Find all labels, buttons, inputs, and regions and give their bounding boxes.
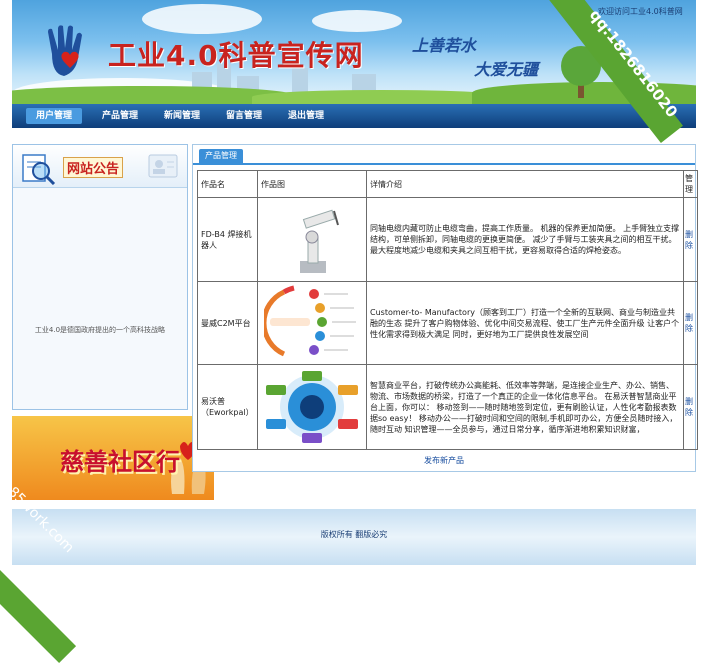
product-table: 作品名 作品图 详情介绍 管理 FD-B4 焊接机器人 同轴电缆内藏可防止电缆弯… [197, 170, 698, 450]
delete-link[interactable]: 删除 [683, 281, 698, 365]
notice-title: 网站公告 [63, 157, 124, 178]
hand-heart-logo-icon [48, 25, 82, 76]
product-detail: 同轴电缆内藏可防止电缆弯曲，提高工作质量。 机器的保养更加简便。 上手臂独立支撑… [366, 197, 684, 282]
nav-product-management[interactable]: 产品管理 [92, 108, 148, 124]
nav-user-management[interactable]: 用户管理 [26, 108, 82, 124]
site-title: 工业4.0科普宣传网 [108, 39, 364, 72]
slogan-2: 大爱无疆 [474, 60, 539, 79]
product-name: 易沃普（Eworkpal） [197, 364, 258, 450]
copyright-text: 版权所有 翻版必究 [320, 530, 388, 539]
product-name: FD-B4 焊接机器人 [197, 197, 258, 282]
col-header-detail: 详情介绍 [366, 170, 684, 198]
notice-header: 网站公告 [13, 145, 187, 188]
col-header-image: 作品图 [257, 170, 367, 198]
product-management-panel: 产品管理 作品名 作品图 详情介绍 管理 FD-B4 焊接机器人 同轴电缆内藏可… [192, 144, 698, 472]
product-image-cell [257, 197, 367, 282]
col-header-manage: 管理 [683, 170, 698, 198]
footer: 版权所有 翻版必究 [12, 509, 696, 565]
product-detail: Customer-to- Manufactory（顾客到工厂）打造一个全新的互联… [366, 281, 684, 365]
site-notice-panel: 网站公告 工业4.0是德国政府提出的一个高科技战略 [12, 144, 188, 410]
product-image-cell [257, 364, 367, 450]
col-header-name: 作品名 [197, 170, 258, 198]
product-name: 曼威C2M平台 [197, 281, 258, 365]
notice-text: 工业4.0是德国政府提出的一个高科技战略 [34, 326, 166, 334]
product-detail: 智慧商业平台，打破传统办公高能耗、低效率等弊端，是连接企业生产、办公、销售、物流… [366, 364, 684, 450]
welding-robot-image [300, 209, 339, 273]
table-row: FD-B4 焊接机器人 同轴电缆内藏可防止电缆弯曲，提高工作质量。 机器的保养更… [197, 197, 698, 282]
main-nav: 用户管理 产品管理 新闻管理 留言管理 退出管理 [12, 104, 696, 128]
nav-message-management[interactable]: 留言管理 [216, 108, 272, 124]
tab-underline [193, 163, 695, 165]
nav-news-management[interactable]: 新闻管理 [154, 108, 210, 124]
tab-product-management[interactable]: 产品管理 [199, 149, 243, 163]
slogan-1: 上善若水 [412, 36, 477, 55]
delete-link[interactable]: 删除 [683, 364, 698, 450]
user-card-icon [148, 154, 178, 178]
eworkpal-diagram [266, 371, 358, 443]
c2m-platform-diagram [261, 285, 356, 357]
delete-link[interactable]: 删除 [683, 197, 698, 282]
nav-logout[interactable]: 退出管理 [278, 108, 334, 124]
magnifier-document-icon [22, 154, 56, 185]
table-row: 曼威C2M平台 Customer-to- Manufactory（顾客到工厂）打… [197, 281, 698, 365]
product-image-cell [257, 281, 367, 365]
publish-product-link[interactable]: 发布新产品 [193, 455, 695, 466]
charity-text: 慈善社区行 [60, 447, 180, 476]
page: 工业4.0科普宣传网 上善若水 大爱无疆 您好，欢迎访问工业4.0科普网 用户管… [12, 0, 698, 573]
table-header-row: 作品名 作品图 详情介绍 管理 [197, 170, 698, 198]
table-row: 易沃普（Eworkpal） 智慧商业平台，打破传统办公高能耗、低效率等弊端，是连… [197, 364, 698, 450]
charity-banner[interactable]: 慈善社区行 [12, 416, 214, 500]
